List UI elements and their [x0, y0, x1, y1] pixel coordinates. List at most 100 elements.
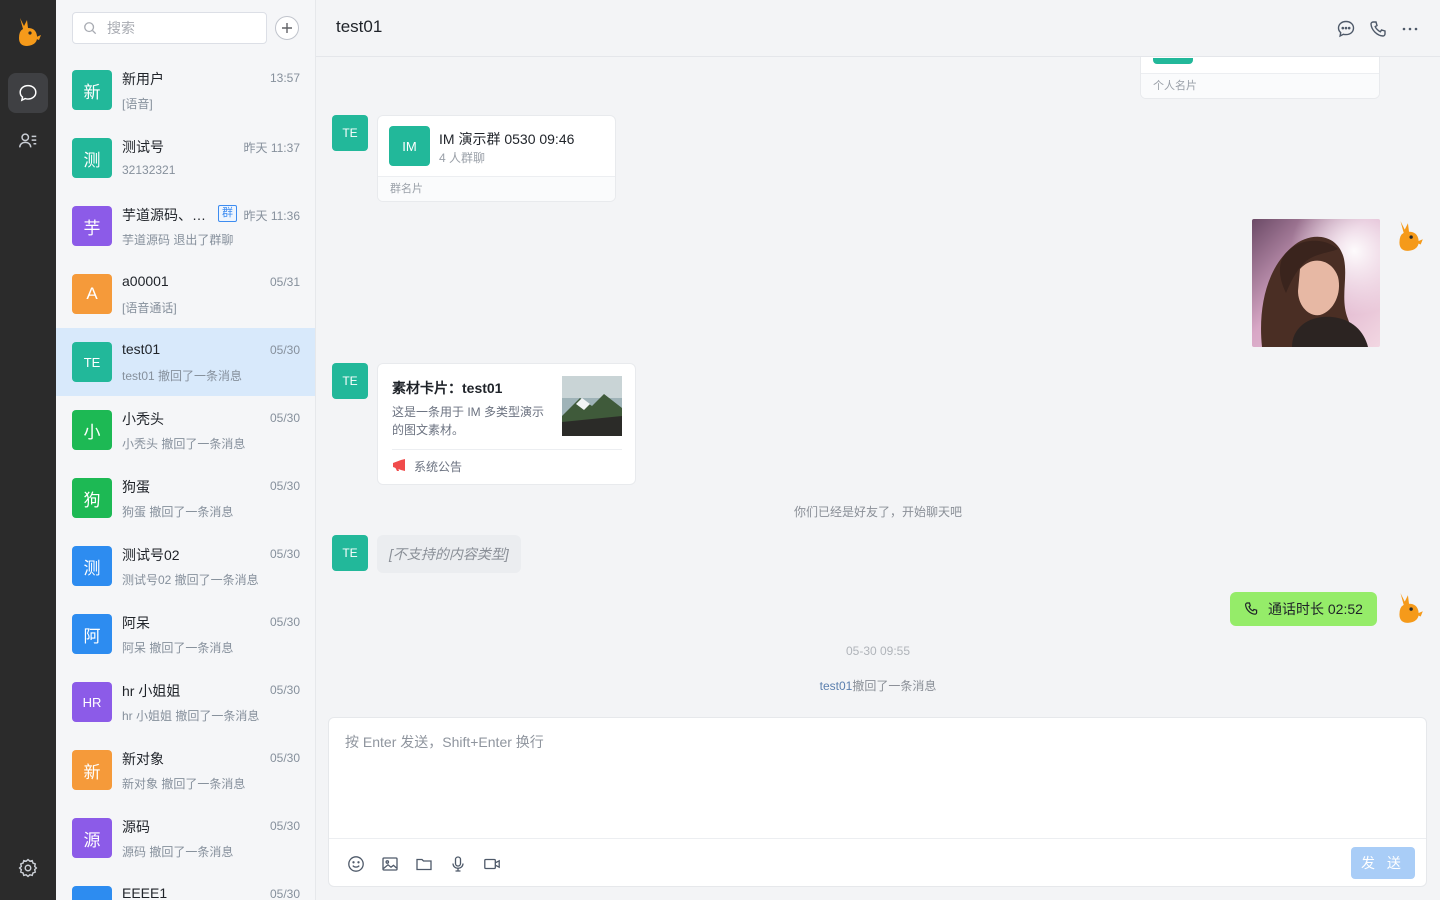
search-icon	[84, 22, 97, 35]
conversation-time: 05/30	[269, 411, 300, 425]
video-button[interactable]	[482, 854, 502, 874]
search-box[interactable]	[72, 12, 267, 44]
nav-settings-button[interactable]	[8, 848, 48, 888]
nav-contacts-button[interactable]	[8, 121, 48, 161]
conversation-time: 05/31	[269, 275, 300, 289]
conversation-time: 13:57	[269, 71, 300, 85]
folder-icon	[416, 858, 432, 871]
recall-notice: test01撤回了一条消息	[316, 677, 1440, 694]
conversation-name: EEEE1	[122, 885, 168, 900]
more-button[interactable]	[1399, 18, 1421, 40]
conversation-preview: test01 撤回了一条消息	[122, 369, 243, 383]
conversation-time: 05/30	[269, 751, 300, 765]
conversation-preview: 测试号02 撤回了一条消息	[122, 573, 259, 587]
conversation-item[interactable]: 测 测试号 昨天 11:37 32132321	[56, 124, 315, 192]
voice-call-button[interactable]	[1367, 18, 1389, 40]
message-icon	[1337, 20, 1355, 38]
conversation-name: 芋道源码、…	[122, 207, 206, 223]
conversation-name: hr 小姐姐	[122, 683, 181, 699]
call-record-message[interactable]: 通话时长 02:52	[1230, 592, 1377, 626]
material-card-title: 素材卡片：test01	[392, 380, 503, 396]
group-card-message[interactable]: IM IM 演示群 0530 09:46 4 人群聊 群名片	[377, 115, 616, 202]
nav-chat-button[interactable]	[8, 73, 48, 113]
emoji-icon	[348, 856, 364, 872]
conversation-item[interactable]: 测 测试号02 05/30 测试号02 撤回了一条消息	[56, 532, 315, 600]
file-button[interactable]	[414, 854, 434, 874]
group-card-title: IM 演示群 0530 09:46	[439, 131, 575, 147]
material-card-divider	[392, 449, 622, 450]
avatar: 测	[72, 546, 112, 586]
conversation-name: 小秃头	[122, 411, 164, 427]
peer-avatar[interactable]: TE	[332, 535, 368, 571]
send-button[interactable]: 发 送	[1351, 847, 1415, 879]
conversation-name: a00001	[122, 273, 169, 289]
group-avatar: IM	[389, 126, 430, 166]
contacts-icon	[19, 133, 37, 148]
phone-icon	[1244, 602, 1258, 615]
conversation-item[interactable]: EEEE1 05/30	[56, 872, 315, 900]
conversation-time: 05/30	[269, 887, 300, 900]
conversation-time: 05/30	[269, 615, 300, 629]
app-logo	[19, 18, 41, 46]
conversation-item[interactable]: 阿 阿呆 05/30 阿呆 撤回了一条消息	[56, 600, 315, 668]
material-card-description: 这是一条用于 IM 多类型演示的图文素材。	[392, 405, 544, 437]
peer-avatar[interactable]: TE	[332, 363, 368, 399]
conversation-item[interactable]: 小 小秃头 05/30 小秃头 撤回了一条消息	[56, 396, 315, 464]
avatar	[72, 886, 112, 900]
conversation-item[interactable]: A a00001 05/31 [语音通话]	[56, 260, 315, 328]
conversation-item[interactable]: HR hr 小姐姐 05/30 hr 小姐姐 撤回了一条消息	[56, 668, 315, 736]
conversation-preview: [语音通话]	[122, 301, 177, 315]
avatar: HR	[72, 682, 112, 722]
image-message[interactable]	[1252, 219, 1380, 347]
card-avatar	[1153, 58, 1193, 64]
recall-user-name[interactable]: test01	[820, 679, 853, 693]
conversation-item[interactable]: 芋 芋道源码、… 群 昨天 11:36 芋道源码 退出了群聊	[56, 192, 315, 260]
conversation-item-active[interactable]: TE test01 05/30 test01 撤回了一条消息	[56, 328, 315, 396]
conversation-item[interactable]: 新 新对象 05/30 新对象 撤回了一条消息	[56, 736, 315, 804]
avatar: 狗	[72, 478, 112, 518]
avatar: A	[72, 274, 112, 314]
emoji-button[interactable]	[346, 854, 366, 874]
material-card-message[interactable]: 素材卡片：test01 这是一条用于 IM 多类型演示的图文素材。 系统公告	[377, 363, 636, 485]
conversation-time: 昨天 11:37	[243, 141, 300, 155]
conversation-time: 05/30	[269, 479, 300, 493]
group-card-subtitle: 4 人群聊	[439, 151, 486, 165]
conversation-item[interactable]: 源 源码 05/30 源码 撤回了一条消息	[56, 804, 315, 872]
chat-header: test01	[316, 0, 1440, 57]
image-button[interactable]	[380, 854, 400, 874]
peer-avatar[interactable]: TE	[332, 115, 368, 151]
plus-icon	[282, 23, 292, 33]
personal-card-label: 个人名片	[1141, 73, 1379, 98]
conversation-time: 05/30	[269, 819, 300, 833]
self-avatar[interactable]	[1394, 591, 1424, 625]
voice-button[interactable]	[448, 854, 468, 874]
chat-bubble-icon	[19, 84, 37, 102]
conversation-name: 测试号	[122, 139, 164, 155]
composer-divider	[329, 838, 1426, 839]
conversation-name: 阿呆	[122, 615, 150, 631]
unsupported-message[interactable]: [不支持的内容类型]	[377, 535, 521, 573]
group-card-label: 群名片	[378, 176, 615, 201]
conversation-preview: 32132321	[122, 163, 176, 177]
chat-panel: test01 个人名片 TE IM IM 演示群 0530 09:46 4 人群…	[316, 0, 1440, 900]
message-composer: 发 送	[328, 717, 1427, 887]
conversation-item[interactable]: 新 新用户 13:57 [语音]	[56, 56, 315, 124]
call-duration-text: 通话时长 02:52	[1268, 601, 1363, 617]
add-conversation-button[interactable]	[275, 16, 299, 40]
conversation-name: 测试号02	[122, 547, 180, 563]
personal-card-message[interactable]: 个人名片	[1140, 57, 1380, 99]
conversation-list: 新 新用户 13:57 [语音] 测 测试号 昨天 11:37 32132321…	[56, 56, 315, 900]
friend-notice: 你们已经是好友了，开始聊天吧	[793, 505, 962, 519]
avatar: 源	[72, 818, 112, 858]
conversation-item[interactable]: 狗 狗蛋 05/30 狗蛋 撤回了一条消息	[56, 464, 315, 532]
megaphone-icon	[393, 459, 405, 471]
conversation-time: 05/30	[269, 547, 300, 561]
message-list: 个人名片 TE IM IM 演示群 0530 09:46 4 人群聊 群名片 T…	[316, 57, 1440, 717]
self-avatar[interactable]	[1394, 219, 1424, 253]
message-input[interactable]	[345, 732, 1405, 832]
conversation-name: 源码	[122, 819, 150, 835]
message-button[interactable]	[1335, 18, 1357, 40]
conversation-name: 新对象	[122, 751, 164, 767]
recall-text: 撤回了一条消息	[852, 679, 937, 693]
search-input[interactable]	[107, 20, 257, 36]
